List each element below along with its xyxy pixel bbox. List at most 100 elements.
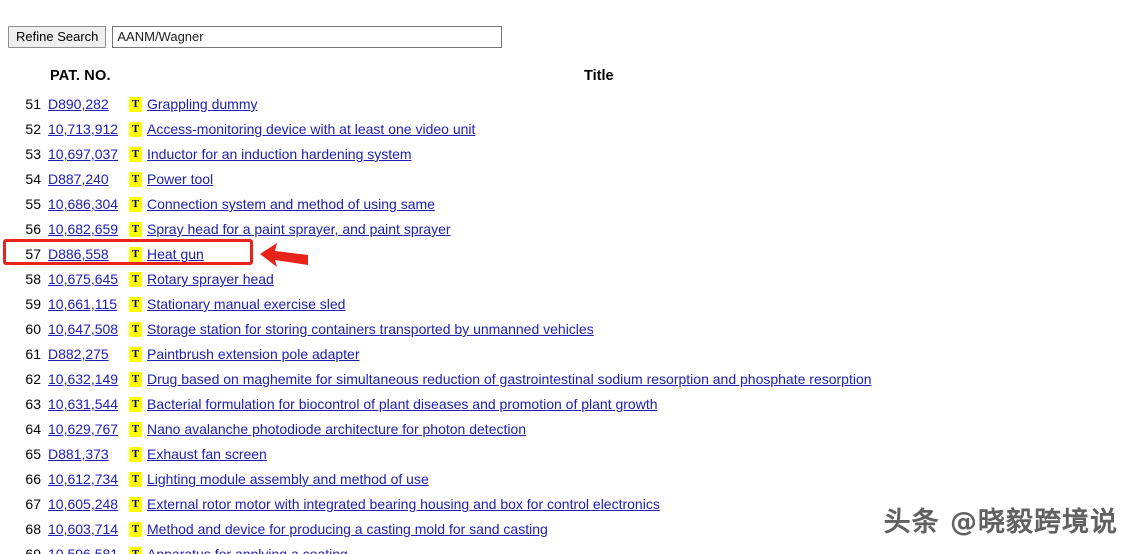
patent-number-link[interactable]: 10,605,248 xyxy=(48,496,118,512)
patent-title-link[interactable]: Nano avalanche photodiode architecture f… xyxy=(147,421,526,437)
fulltext-t-icon[interactable]: T xyxy=(129,522,142,537)
patent-title-cell: Power tool xyxy=(147,167,213,192)
fulltext-t-icon[interactable]: T xyxy=(129,322,142,337)
table-row: 55 10,686,304 T Connection system and metho… xyxy=(0,192,1132,217)
patent-number-link[interactable]: 10,632,149 xyxy=(48,371,118,387)
patent-title-link[interactable]: Lighting module assembly and method of u… xyxy=(147,471,429,487)
patent-title-cell: Stationary manual exercise sled xyxy=(147,292,345,317)
fulltext-t-icon[interactable]: T xyxy=(129,272,142,287)
patent-number-link[interactable]: 10,603,714 xyxy=(48,521,118,537)
row-index: 54 xyxy=(25,171,41,187)
fulltext-t-icon[interactable]: T xyxy=(129,297,142,312)
row-index: 66 xyxy=(25,471,41,487)
patent-title-cell: Storage station for storing containers t… xyxy=(147,317,594,342)
row-index: 58 xyxy=(25,271,41,287)
patent-title-link[interactable]: Rotary sprayer head xyxy=(147,271,274,287)
patent-title-link[interactable]: Power tool xyxy=(147,171,213,187)
fulltext-t-icon[interactable]: T xyxy=(129,447,142,462)
patent-title-link[interactable]: Connection system and method of using sa… xyxy=(147,196,435,212)
row-index: 69 xyxy=(25,546,41,554)
row-index: 57 xyxy=(25,246,41,262)
patent-title-link[interactable]: External rotor motor with integrated bea… xyxy=(147,496,660,512)
patent-title-link[interactable]: Inductor for an induction hardening syst… xyxy=(147,146,412,162)
patent-number-link[interactable]: D890,282 xyxy=(48,96,109,112)
patent-number-link[interactable]: D881,373 xyxy=(48,446,109,462)
row-index: 53 xyxy=(25,146,41,162)
fulltext-t-icon[interactable]: T xyxy=(129,247,142,262)
patent-title-link[interactable]: Drug based on maghemite for simultaneous… xyxy=(147,371,872,387)
fulltext-t-icon[interactable]: T xyxy=(129,222,142,237)
patent-title-link[interactable]: Spray head for a paint sprayer, and pain… xyxy=(147,221,451,237)
patent-title-link[interactable]: Heat gun xyxy=(147,246,204,262)
patent-title-cell: Spray head for a paint sprayer, and pain… xyxy=(147,217,451,242)
patent-number-link[interactable]: 10,675,645 xyxy=(48,271,118,287)
fulltext-t-icon[interactable]: T xyxy=(129,347,142,362)
fulltext-t-icon[interactable]: T xyxy=(129,497,142,512)
watermark-text: 头条 @晓毅跨境说 xyxy=(883,507,1118,538)
patent-number-link[interactable]: D887,240 xyxy=(48,171,109,187)
patent-number-link[interactable]: 10,661,115 xyxy=(48,296,117,312)
patent-title-link[interactable]: Paintbrush extension pole adapter xyxy=(147,346,359,362)
patent-title-cell: Bacterial formulation for biocontrol of … xyxy=(147,392,658,417)
column-header-pat-no: PAT. NO. xyxy=(50,68,111,84)
patent-title-cell: Grappling dummy xyxy=(147,92,258,117)
fulltext-t-icon[interactable]: T xyxy=(129,147,142,162)
patent-number-cell: 10,631,544 xyxy=(48,392,126,417)
fulltext-t-icon[interactable]: T xyxy=(129,397,142,412)
fulltext-t-icon[interactable]: T xyxy=(129,172,142,187)
patent-number-link[interactable]: 10,629,767 xyxy=(48,421,118,437)
fulltext-t-icon[interactable]: T xyxy=(129,197,142,212)
patent-number-cell: D890,282 xyxy=(48,92,126,117)
fulltext-t-icon[interactable]: T xyxy=(129,547,142,554)
patent-title-cell: External rotor motor with integrated bea… xyxy=(147,492,660,517)
patent-number-link[interactable]: 10,697,037 xyxy=(48,146,118,162)
table-row: 59 10,661,115 T Stationary manual exercise … xyxy=(0,292,1132,317)
fulltext-t-icon[interactable]: T xyxy=(129,422,142,437)
refine-search-button[interactable]: Refine Search xyxy=(8,26,107,48)
table-row: 54 D887,240 T Power tool xyxy=(0,167,1132,192)
patent-title-link[interactable]: Stationary manual exercise sled xyxy=(147,296,345,312)
patent-number-link[interactable]: 10,612,734 xyxy=(48,471,118,487)
fulltext-t-icon[interactable]: T xyxy=(129,372,142,387)
row-index: 51 xyxy=(25,96,41,112)
patent-title-link[interactable]: Apparatus for applying a coating xyxy=(147,546,348,554)
patent-number-cell: 10,629,767 xyxy=(48,417,126,442)
patent-number-link[interactable]: 10,682,659 xyxy=(48,221,118,237)
patent-number-link[interactable]: 10,631,544 xyxy=(48,396,118,412)
patent-title-link[interactable]: Storage station for storing containers t… xyxy=(147,321,594,337)
table-row: 57 D886,558 T Heat gun xyxy=(0,242,1132,267)
patent-number-link[interactable]: 10,713,912 xyxy=(48,121,118,137)
patent-title-cell: Apparatus for applying a coating xyxy=(147,542,348,554)
row-index: 61 xyxy=(25,346,41,362)
patent-number-link[interactable]: 10,596,581 xyxy=(48,546,118,554)
fulltext-t-icon[interactable]: T xyxy=(129,122,142,137)
patent-title-link[interactable]: Grappling dummy xyxy=(147,96,258,112)
patent-number-cell: 10,605,248 xyxy=(48,492,126,517)
patent-title-link[interactable]: Access-monitoring device with at least o… xyxy=(147,121,475,137)
patent-number-link[interactable]: D882,275 xyxy=(48,346,109,362)
patent-number-cell: D882,275 xyxy=(48,342,126,367)
row-index: 60 xyxy=(25,321,41,337)
patent-number-link[interactable]: 10,686,304 xyxy=(48,196,118,212)
patent-number-link[interactable]: D886,558 xyxy=(48,246,109,262)
fulltext-t-icon[interactable]: T xyxy=(129,97,142,112)
row-index: 55 xyxy=(25,196,41,212)
patent-number-cell: 10,603,714 xyxy=(48,517,126,542)
patent-title-cell: Exhaust fan screen xyxy=(147,442,267,467)
patent-title-link[interactable]: Exhaust fan screen xyxy=(147,446,267,462)
row-index: 52 xyxy=(25,121,41,137)
table-row: 56 10,682,659 T Spray head for a paint spra… xyxy=(0,217,1132,242)
row-index: 64 xyxy=(25,421,41,437)
table-header-row: PAT. NO. Title xyxy=(0,68,1132,92)
patent-number-cell: D886,558 xyxy=(48,242,126,267)
patent-number-cell: 10,697,037 xyxy=(48,142,126,167)
table-row: 65 D881,373 T Exhaust fan screen xyxy=(0,442,1132,467)
patent-title-link[interactable]: Method and device for producing a castin… xyxy=(147,521,548,537)
patent-title-link[interactable]: Bacterial formulation for biocontrol of … xyxy=(147,396,658,412)
row-index: 59 xyxy=(25,296,41,312)
fulltext-t-icon[interactable]: T xyxy=(129,472,142,487)
search-query-input[interactable] xyxy=(112,26,503,48)
table-row: 58 10,675,645 T Rotary sprayer head xyxy=(0,267,1132,292)
patent-title-cell: Drug based on maghemite for simultaneous… xyxy=(147,367,872,392)
patent-number-link[interactable]: 10,647,508 xyxy=(48,321,118,337)
